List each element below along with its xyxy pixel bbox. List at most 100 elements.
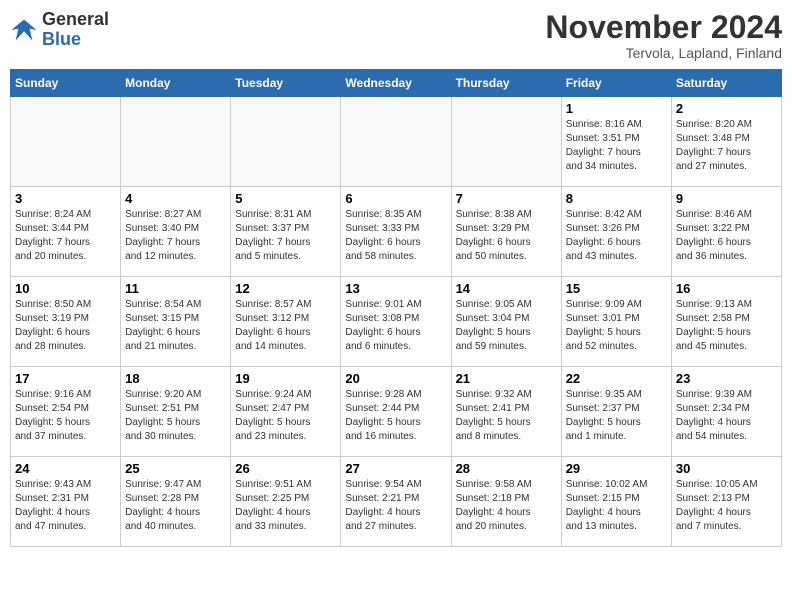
day-info: Sunrise: 10:02 AM Sunset: 2:15 PM Daylig… <box>566 478 667 534</box>
day-info: Sunrise: 8:20 AM Sunset: 3:48 PM Dayligh… <box>676 118 777 174</box>
calendar-cell: 21 Sunrise: 9:32 AM Sunset: 2:41 PM Dayli… <box>451 367 561 457</box>
calendar-cell: 4 Sunrise: 8:27 AM Sunset: 3:40 PM Daylig… <box>121 187 231 277</box>
calendar-week-row: 24 Sunrise: 9:43 AM Sunset: 2:31 PM Dayli… <box>11 457 782 547</box>
calendar-cell: 20Sunrise: 9:28 AM Sunset: 2:44 PM Dayli… <box>341 367 451 457</box>
calendar-cell: 8 Sunrise: 8:42 AM Sunset: 3:26 PM Daylig… <box>561 187 671 277</box>
day-number: 7 <box>456 191 557 206</box>
day-info: Sunrise: 9:35 AM Sunset: 2:37 PM Dayligh… <box>566 388 667 444</box>
day-info: Sunrise: 9:01 AM Sunset: 3:08 PM Dayligh… <box>345 298 446 354</box>
header: General Blue November 2024 Tervola, Lapl… <box>10 10 782 61</box>
day-info: Sunrise: 8:16 AM Sunset: 3:51 PM Dayligh… <box>566 118 667 174</box>
day-number: 24 <box>15 461 116 476</box>
calendar-cell: 13 Sunrise: 9:01 AM Sunset: 3:08 PM Dayli… <box>341 277 451 367</box>
calendar-cell: 28 Sunrise: 9:58 AM Sunset: 2:18 PM Dayli… <box>451 457 561 547</box>
calendar-week-row: 10 Sunrise: 8:50 AM Sunset: 3:19 PM Dayli… <box>11 277 782 367</box>
calendar-cell: 6 Sunrise: 8:35 AM Sunset: 3:33 PM Daylig… <box>341 187 451 277</box>
calendar-cell: 15 Sunrise: 9:09 AM Sunset: 3:01 PM Dayli… <box>561 277 671 367</box>
calendar-cell: 19Sunrise: 9:24 AM Sunset: 2:47 PM Dayli… <box>231 367 341 457</box>
day-info: Sunrise: 8:35 AM Sunset: 3:33 PM Dayligh… <box>345 208 446 264</box>
calendar-cell: 18Sunrise: 9:20 AM Sunset: 2:51 PM Dayli… <box>121 367 231 457</box>
calendar-cell: 26 Sunrise: 9:51 AM Sunset: 2:25 PM Dayli… <box>231 457 341 547</box>
day-number: 8 <box>566 191 667 206</box>
day-number: 16 <box>676 281 777 296</box>
col-thursday: Thursday <box>451 70 561 97</box>
calendar-week-row: 3 Sunrise: 8:24 AM Sunset: 3:44 PM Daylig… <box>11 187 782 277</box>
col-tuesday: Tuesday <box>231 70 341 97</box>
col-friday: Friday <box>561 70 671 97</box>
calendar-cell: 30Sunrise: 10:05 AM Sunset: 2:13 PM Dayl… <box>671 457 781 547</box>
day-number: 26 <box>235 461 336 476</box>
calendar-cell: 12 Sunrise: 8:57 AM Sunset: 3:12 PM Dayli… <box>231 277 341 367</box>
calendar-cell: 1 Sunrise: 8:16 AM Sunset: 3:51 PM Daylig… <box>561 97 671 187</box>
day-number: 22 <box>566 371 667 386</box>
day-info: Sunrise: 8:42 AM Sunset: 3:26 PM Dayligh… <box>566 208 667 264</box>
col-saturday: Saturday <box>671 70 781 97</box>
calendar-cell: 27Sunrise: 9:54 AM Sunset: 2:21 PM Dayli… <box>341 457 451 547</box>
day-number: 11 <box>125 281 226 296</box>
day-info: Sunrise: 9:43 AM Sunset: 2:31 PM Dayligh… <box>15 478 116 534</box>
day-number: 20 <box>345 371 446 386</box>
location: Tervola, Lapland, Finland <box>545 45 782 61</box>
day-info: Sunrise: 8:31 AM Sunset: 3:37 PM Dayligh… <box>235 208 336 264</box>
calendar-week-row: 17Sunrise: 9:16 AM Sunset: 2:54 PM Dayli… <box>11 367 782 457</box>
day-info: Sunrise: 9:09 AM Sunset: 3:01 PM Dayligh… <box>566 298 667 354</box>
day-info: Sunrise: 9:51 AM Sunset: 2:25 PM Dayligh… <box>235 478 336 534</box>
calendar-cell: 11 Sunrise: 8:54 AM Sunset: 3:15 PM Dayli… <box>121 277 231 367</box>
calendar-cell: 3 Sunrise: 8:24 AM Sunset: 3:44 PM Daylig… <box>11 187 121 277</box>
day-info: Sunrise: 8:57 AM Sunset: 3:12 PM Dayligh… <box>235 298 336 354</box>
day-info: Sunrise: 9:13 AM Sunset: 2:58 PM Dayligh… <box>676 298 777 354</box>
col-sunday: Sunday <box>11 70 121 97</box>
calendar-cell: 25 Sunrise: 9:47 AM Sunset: 2:28 PM Dayli… <box>121 457 231 547</box>
day-info: Sunrise: 8:27 AM Sunset: 3:40 PM Dayligh… <box>125 208 226 264</box>
day-info: Sunrise: 9:32 AM Sunset: 2:41 PM Dayligh… <box>456 388 557 444</box>
calendar-cell: 9 Sunrise: 8:46 AM Sunset: 3:22 PM Daylig… <box>671 187 781 277</box>
calendar-header-row: Sunday Monday Tuesday Wednesday Thursday… <box>11 70 782 97</box>
day-number: 12 <box>235 281 336 296</box>
calendar-cell: 24 Sunrise: 9:43 AM Sunset: 2:31 PM Dayli… <box>11 457 121 547</box>
calendar-cell <box>11 97 121 187</box>
calendar-cell: 23Sunrise: 9:39 AM Sunset: 2:34 PM Dayli… <box>671 367 781 457</box>
calendar-cell: 17Sunrise: 9:16 AM Sunset: 2:54 PM Dayli… <box>11 367 121 457</box>
day-number: 18 <box>125 371 226 386</box>
day-info: Sunrise: 9:16 AM Sunset: 2:54 PM Dayligh… <box>15 388 116 444</box>
day-number: 10 <box>15 281 116 296</box>
day-info: Sunrise: 8:24 AM Sunset: 3:44 PM Dayligh… <box>15 208 116 264</box>
day-number: 5 <box>235 191 336 206</box>
calendar-cell: 7 Sunrise: 8:38 AM Sunset: 3:29 PM Daylig… <box>451 187 561 277</box>
calendar-cell: 10 Sunrise: 8:50 AM Sunset: 3:19 PM Dayli… <box>11 277 121 367</box>
day-number: 23 <box>676 371 777 386</box>
day-number: 2 <box>676 101 777 116</box>
day-number: 25 <box>125 461 226 476</box>
calendar-cell: 14 Sunrise: 9:05 AM Sunset: 3:04 PM Dayli… <box>451 277 561 367</box>
calendar-week-row: 1 Sunrise: 8:16 AM Sunset: 3:51 PM Daylig… <box>11 97 782 187</box>
day-number: 14 <box>456 281 557 296</box>
day-number: 9 <box>676 191 777 206</box>
logo: General Blue <box>10 10 109 50</box>
logo-general: General <box>42 9 109 29</box>
day-info: Sunrise: 8:54 AM Sunset: 3:15 PM Dayligh… <box>125 298 226 354</box>
logo-blue: Blue <box>42 29 81 49</box>
day-number: 6 <box>345 191 446 206</box>
col-wednesday: Wednesday <box>341 70 451 97</box>
day-info: Sunrise: 8:46 AM Sunset: 3:22 PM Dayligh… <box>676 208 777 264</box>
day-number: 15 <box>566 281 667 296</box>
day-info: Sunrise: 8:38 AM Sunset: 3:29 PM Dayligh… <box>456 208 557 264</box>
calendar-cell: 16 Sunrise: 9:13 AM Sunset: 2:58 PM Dayli… <box>671 277 781 367</box>
calendar: Sunday Monday Tuesday Wednesday Thursday… <box>10 69 782 547</box>
day-info: Sunrise: 8:50 AM Sunset: 3:19 PM Dayligh… <box>15 298 116 354</box>
day-info: Sunrise: 9:05 AM Sunset: 3:04 PM Dayligh… <box>456 298 557 354</box>
day-info: Sunrise: 9:24 AM Sunset: 2:47 PM Dayligh… <box>235 388 336 444</box>
day-number: 1 <box>566 101 667 116</box>
calendar-cell: 29 Sunrise: 10:02 AM Sunset: 2:15 PM Dayl… <box>561 457 671 547</box>
day-number: 30 <box>676 461 777 476</box>
calendar-cell <box>451 97 561 187</box>
day-number: 21 <box>456 371 557 386</box>
day-number: 3 <box>15 191 116 206</box>
day-number: 13 <box>345 281 446 296</box>
day-info: Sunrise: 9:58 AM Sunset: 2:18 PM Dayligh… <box>456 478 557 534</box>
day-number: 4 <box>125 191 226 206</box>
day-info: Sunrise: 9:47 AM Sunset: 2:28 PM Dayligh… <box>125 478 226 534</box>
day-number: 28 <box>456 461 557 476</box>
day-number: 29 <box>566 461 667 476</box>
calendar-cell <box>121 97 231 187</box>
